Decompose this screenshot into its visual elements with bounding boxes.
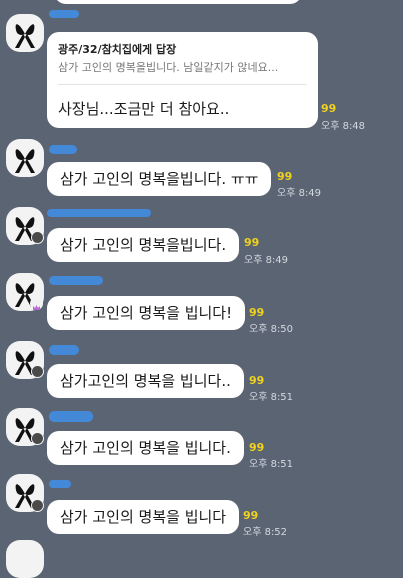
- message-bubble[interactable]: 삼가고인의 명복을 빕니다..: [47, 364, 244, 398]
- read-count: 99: [321, 102, 337, 115]
- profile-badge-icon: [31, 499, 44, 512]
- avatar[interactable]: [6, 14, 44, 52]
- sender-name-redacted: [49, 411, 93, 422]
- message-time: 오후 8:52: [243, 527, 288, 538]
- message-time: 오후 8:50: [249, 324, 294, 335]
- reply-to-label: 광주/32/참치집에게 답장: [58, 43, 177, 56]
- sender-name-redacted: [49, 480, 71, 488]
- profile-badge-icon: [31, 432, 44, 445]
- avatar[interactable]: [6, 139, 44, 177]
- mourning-ribbon-icon: [15, 149, 35, 173]
- sender-name-redacted: [49, 276, 103, 285]
- mourning-ribbon-icon: [15, 24, 35, 48]
- read-count: 99: [243, 509, 259, 522]
- message-time: 오후 8:49: [277, 188, 322, 199]
- partial-message-bubble[interactable]: [54, 0, 302, 4]
- read-count: 99: [277, 170, 293, 183]
- read-count: 99: [244, 236, 260, 249]
- avatar[interactable]: [6, 540, 44, 578]
- message-time: 오후 8:51: [249, 459, 294, 470]
- message-text: 사장님...조금만 더 참아요..: [58, 100, 230, 118]
- sender-name-redacted: [49, 10, 79, 18]
- profile-badge-icon: [31, 231, 44, 244]
- message-time: 오후 8:48: [321, 121, 366, 132]
- read-count: 99: [249, 374, 265, 387]
- sender-name-redacted: [49, 145, 77, 154]
- profile-badge-icon: [31, 365, 44, 378]
- message-bubble[interactable]: 삼가 고인의 명복을빕니다.: [47, 228, 240, 262]
- reply-divider: [58, 84, 307, 85]
- message-time: 오후 8:49: [244, 255, 289, 266]
- message-bubble[interactable]: 삼가 고인의 명복을 빕니다!: [47, 296, 246, 330]
- message-time: 오후 8:51: [249, 392, 294, 403]
- sender-name-redacted: [47, 209, 151, 217]
- message-bubble[interactable]: 삼가 고인의 명복을빕니다. ㅠㅠ: [47, 162, 272, 196]
- quoted-message-text[interactable]: 삼가 고인의 명복을빕니다. 남일같지가 않네요...: [58, 59, 278, 75]
- sender-name-redacted: [49, 345, 79, 355]
- message-bubble[interactable]: 삼가 고인의 명복을 빕니다: [47, 500, 240, 534]
- read-count: 99: [249, 306, 265, 319]
- reply-message-bubble[interactable]: 광주/32/참치집에게 답장 삼가 고인의 명복을빕니다. 남일같지가 않네요.…: [47, 32, 318, 128]
- crown-icon: [30, 297, 43, 310]
- read-count: 99: [249, 441, 265, 454]
- message-bubble[interactable]: 삼가 고인의 명복을 빕니다.: [47, 431, 244, 465]
